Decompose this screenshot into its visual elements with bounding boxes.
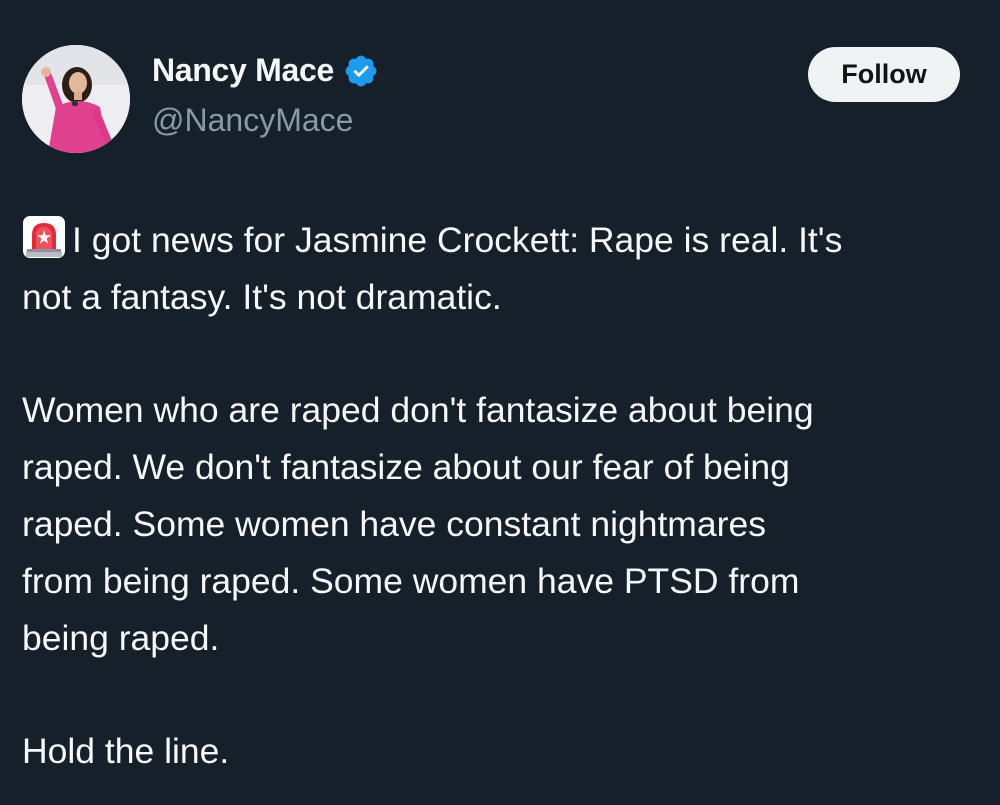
author-display-name[interactable]: Nancy Mace (152, 52, 334, 89)
verified-badge-icon[interactable] (343, 53, 379, 89)
tweet-text: I got news for Jasmine Crockett: Rape is… (22, 212, 992, 780)
tweet-line: I got news for Jasmine Crockett: Rape is… (22, 212, 992, 269)
tweet-paragraph-2: Women who are raped don't fantasize abou… (22, 382, 992, 666)
author-handle[interactable]: @NancyMace (152, 102, 353, 139)
tweet-line: raped. We don't fantasize about our fear… (22, 447, 790, 488)
tweet-paragraph-1: I got news for Jasmine Crockett: Rape is… (22, 212, 992, 326)
tweet-line: from being raped. Some women have PTSD f… (22, 560, 800, 601)
tweet-line: Women who are raped don't fantasize abou… (22, 390, 814, 431)
follow-button[interactable]: Follow (808, 47, 960, 102)
tweet-paragraph-3: Hold the line. (22, 723, 992, 780)
tweet-line: being raped. (22, 617, 220, 658)
tweet-line: Hold the line. (22, 731, 230, 772)
avatar[interactable] (22, 45, 130, 153)
tweet-line: raped. Some women have constant nightmar… (22, 503, 766, 544)
rotating-light-icon (22, 215, 66, 259)
tweet: Nancy Mace @NancyMace Follow I got news … (0, 0, 1000, 805)
author-name-row: Nancy Mace (152, 52, 379, 89)
profile-photo (22, 45, 130, 153)
tweet-line: not a fantasy. It's not dramatic. (22, 276, 502, 317)
